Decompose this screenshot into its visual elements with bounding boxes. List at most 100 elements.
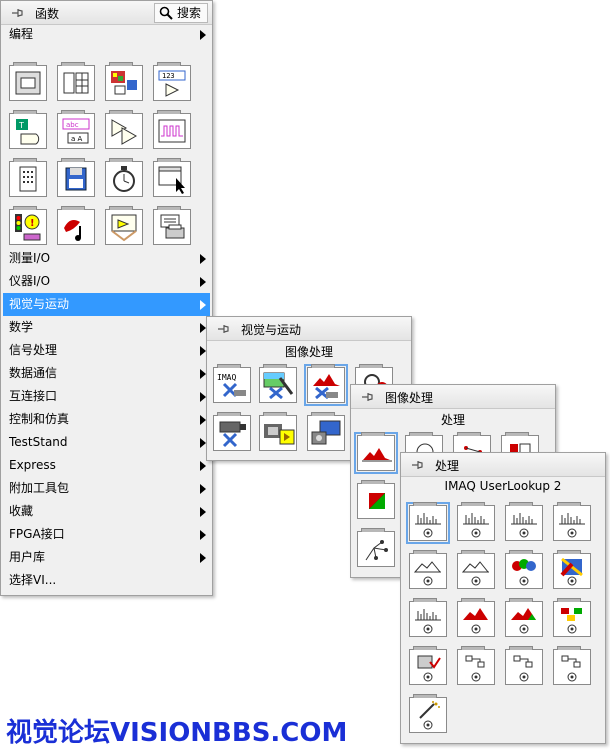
svg-text:T: T	[18, 121, 24, 130]
label-icon	[512, 559, 536, 586]
vi-tile-lookup[interactable]	[457, 502, 495, 541]
category-item[interactable]: Express	[3, 454, 210, 477]
vi-tile-inverse-lookup[interactable]	[505, 502, 543, 541]
category-item[interactable]: TestStand	[3, 431, 210, 454]
category-item[interactable]: 选择VI...	[3, 569, 210, 592]
array-tile[interactable]	[57, 62, 95, 101]
category-item[interactable]: 仪器I/O	[3, 270, 210, 293]
comparison-tile[interactable]	[105, 110, 143, 149]
vi-tile-multi-threshold[interactable]	[457, 550, 495, 589]
pin-icon[interactable]	[359, 389, 375, 405]
boolean-icon: T	[16, 119, 40, 145]
dialog-tile[interactable]	[9, 158, 47, 197]
processing-tile[interactable]	[354, 432, 398, 474]
inverse-mask-icon	[465, 655, 485, 682]
vi-tile-reject-border[interactable]	[553, 646, 591, 685]
category-programming[interactable]: 编程	[3, 23, 210, 46]
fill-hole-icon	[513, 655, 533, 682]
vision-motion-subtitle: 图像处理	[284, 345, 333, 359]
floppy-icon	[65, 167, 87, 191]
pin-icon[interactable]	[9, 5, 25, 21]
report-tile[interactable]	[105, 206, 143, 245]
local-threshold-icon	[511, 608, 536, 634]
chevron-right-icon	[200, 484, 206, 494]
vi-tile-userlookup-2[interactable]	[406, 502, 450, 544]
category-label: 视觉与运动	[9, 297, 70, 311]
particle-analysis-tile[interactable]	[357, 528, 395, 567]
category-label: 用户库	[9, 550, 46, 564]
vi-tile-threshold[interactable]	[409, 550, 447, 589]
timing-waveform-tile[interactable]	[153, 110, 191, 149]
vi-tile-auto-threshold[interactable]	[409, 598, 447, 637]
graphics-sound-icon	[64, 220, 81, 241]
chevron-right-icon	[200, 277, 206, 287]
color-processing-tile[interactable]	[357, 480, 395, 519]
file-io-tile[interactable]	[57, 158, 95, 197]
category-item[interactable]: 数据通信	[3, 362, 210, 385]
boolean-tile[interactable]: T	[9, 110, 47, 149]
chevron-right-icon	[200, 461, 206, 471]
vi-tile-color-threshold[interactable]	[553, 550, 591, 589]
color-threshold-icon	[560, 557, 583, 586]
chevron-right-icon	[200, 553, 206, 563]
image-processing-tile[interactable]	[304, 364, 348, 406]
timing-tile[interactable]	[105, 158, 143, 197]
category-item[interactable]: 测量I/O	[3, 247, 210, 270]
vi-tile-auto-threshold-2[interactable]	[457, 598, 495, 637]
search-button[interactable]: 搜索	[153, 3, 208, 23]
vi-tile-magic-wand-tool[interactable]	[409, 694, 447, 733]
graphics-sound-tile[interactable]	[57, 206, 95, 245]
vi-tile-inverse-mask[interactable]	[457, 646, 495, 685]
printer-tile[interactable]	[153, 206, 191, 245]
category-item[interactable]: 信号处理	[3, 339, 210, 362]
imaq-label: IMAQ	[217, 373, 236, 382]
imaq-tile[interactable]: IMAQ	[213, 364, 251, 403]
image-processing-subtitle: 处理	[440, 413, 465, 427]
multi-threshold-icon	[461, 561, 490, 586]
stopwatch-icon	[113, 166, 135, 192]
category-item[interactable]: FPGA接口	[3, 523, 210, 546]
category-item[interactable]: 控制和仿真	[3, 408, 210, 431]
camera-screen-icon	[264, 424, 295, 445]
reject-border-icon	[561, 655, 581, 682]
cast-image-icon	[417, 655, 441, 682]
vision-utilities-tile[interactable]	[259, 364, 297, 403]
vi-tile-label[interactable]	[505, 550, 543, 589]
image-processing-titlebar: 图像处理	[351, 385, 555, 409]
processing-subtitle: IMAQ UserLookup 2	[444, 479, 562, 493]
motion-monitor-icon	[311, 420, 341, 445]
category-item[interactable]: 附加工具包	[3, 477, 210, 500]
motion-tile[interactable]	[307, 412, 345, 451]
vision-rio-tile[interactable]	[259, 412, 297, 451]
acquisition-tile[interactable]	[213, 412, 251, 451]
pin-icon[interactable]	[409, 457, 425, 473]
traffic-light-icon: !	[15, 214, 41, 241]
cluster-icon	[111, 71, 137, 95]
svg-text:a A: a A	[71, 135, 83, 143]
structures-tile[interactable]	[9, 62, 47, 101]
category-item[interactable]: 互连接口	[3, 385, 210, 408]
functions-palette-titlebar: 函数 搜索	[1, 1, 212, 25]
vi-tile-fill-hole[interactable]	[505, 646, 543, 685]
numeric-tile[interactable]: 123	[153, 62, 191, 101]
category-item[interactable]: 数学	[3, 316, 210, 339]
category-label: 附加工具包	[9, 481, 70, 495]
vi-tile-local-threshold[interactable]	[505, 598, 543, 637]
chevron-right-icon	[200, 300, 206, 310]
sync-tile[interactable]: !	[9, 206, 47, 245]
category-item[interactable]: 视觉与运动	[3, 293, 210, 316]
category-item[interactable]: 用户库	[3, 546, 210, 569]
processing-titlebar: 处理	[401, 453, 605, 477]
cluster-tile[interactable]	[105, 62, 143, 101]
app-control-tile[interactable]	[153, 158, 191, 197]
waveform-icon	[158, 119, 186, 143]
vi-tile-magic-wand[interactable]	[553, 598, 591, 637]
category-item[interactable]: 收藏	[3, 500, 210, 523]
pin-icon[interactable]	[215, 321, 231, 337]
dialog-icon	[19, 166, 37, 192]
chevron-right-icon	[200, 254, 206, 264]
string-tile[interactable]: abc a A	[57, 110, 95, 149]
vi-tile-cast-image[interactable]	[409, 646, 447, 685]
category-label: 信号处理	[9, 343, 58, 357]
vi-tile-power-lookup[interactable]	[553, 502, 591, 541]
